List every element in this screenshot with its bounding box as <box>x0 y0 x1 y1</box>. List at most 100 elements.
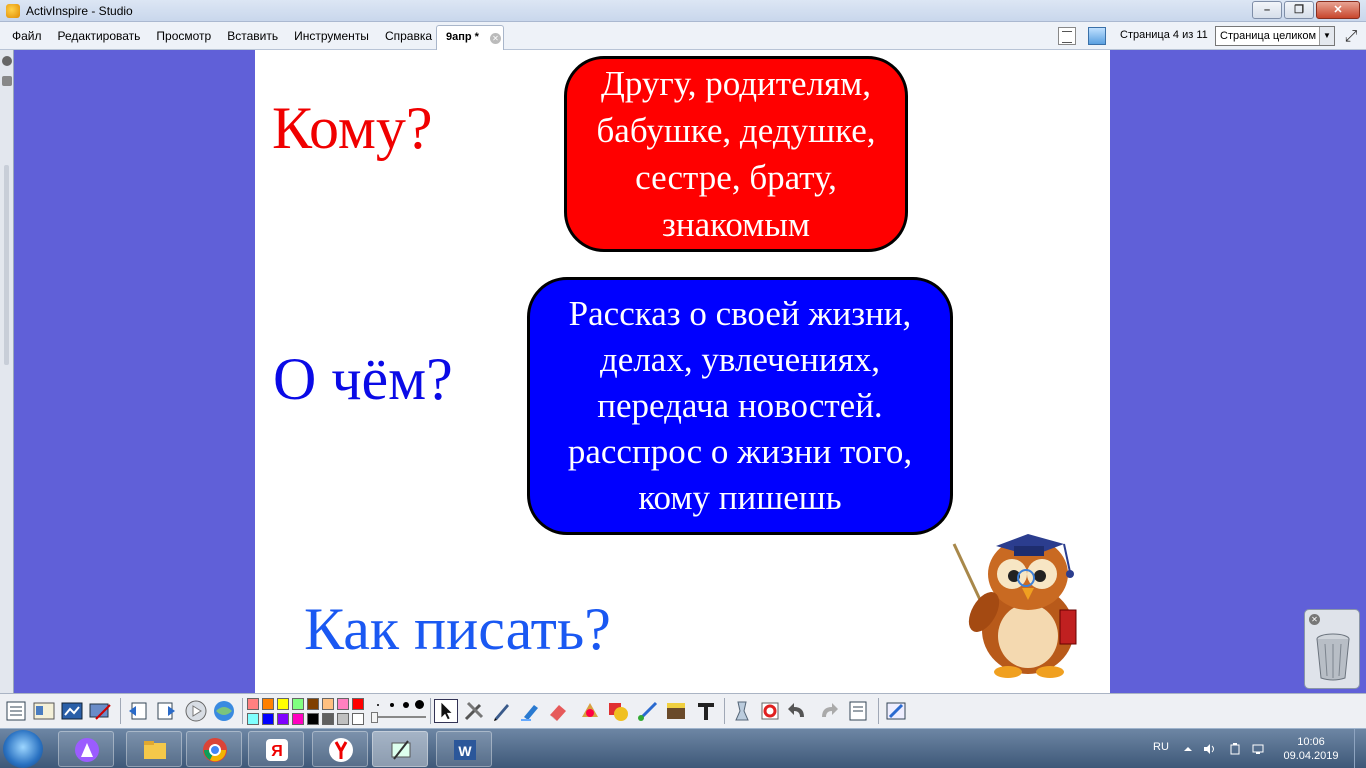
answer-box-blue: Рассказ о своей жизни, делах, увлечениях… <box>527 277 953 535</box>
start-button[interactable] <box>3 730 43 768</box>
internet-browser-icon[interactable] <box>212 699 236 723</box>
undo-icon[interactable] <box>786 699 810 723</box>
system-clock[interactable]: 10:06 09.04.2019 <box>1280 735 1342 763</box>
answer-box-blue-text: Рассказ о своей жизни, делах, увлечениях… <box>567 294 913 517</box>
zoom-select[interactable]: Страница целиком ▼ <box>1215 26 1335 46</box>
language-indicator[interactable]: RU <box>1153 741 1169 753</box>
zoom-value: Страница целиком <box>1220 30 1317 42</box>
network-icon[interactable] <box>1252 742 1266 756</box>
notes-icon[interactable] <box>846 699 870 723</box>
redo-icon[interactable] <box>816 699 840 723</box>
color-swatch[interactable] <box>352 713 364 725</box>
separator <box>242 698 243 724</box>
pen-icon[interactable] <box>490 699 514 723</box>
color-swatch[interactable] <box>352 698 364 710</box>
windows-taskbar: Я W RU 10:06 09.04.2019 <box>0 728 1366 768</box>
answer-box-red: Другу, родителям, бабушке, дедушке, сест… <box>564 56 908 252</box>
customize-toolbox-icon[interactable] <box>884 699 908 723</box>
width-slider-track[interactable] <box>372 716 426 718</box>
highlighter-icon[interactable] <box>518 699 542 723</box>
pin-icon[interactable] <box>2 56 12 66</box>
color-swatch[interactable] <box>322 713 334 725</box>
width-dot[interactable] <box>415 700 424 709</box>
close-icon: ✕ <box>1333 4 1343 16</box>
question-about-what: О чём? <box>273 346 453 412</box>
color-swatch[interactable] <box>337 698 349 710</box>
word-icon: W <box>454 740 476 760</box>
left-scrollbar[interactable] <box>4 165 9 365</box>
chevron-up-icon[interactable] <box>1181 742 1195 756</box>
shape-icon[interactable] <box>606 699 630 723</box>
main-menu-icon[interactable] <box>4 699 28 723</box>
snowflake-icon[interactable] <box>1088 27 1106 45</box>
show-desktop-button[interactable] <box>1354 729 1366 768</box>
color-swatch[interactable] <box>262 698 274 710</box>
taskbar-app-chrome[interactable] <box>186 731 242 767</box>
trash-can-widget[interactable]: ✕ <box>1304 609 1360 689</box>
document-tab[interactable]: 9апр * ✕ <box>436 25 504 50</box>
fill-icon[interactable] <box>664 699 688 723</box>
text-tool-icon[interactable] <box>694 699 718 723</box>
question-how-to-write: Как писать? <box>304 596 611 662</box>
close-icon[interactable]: ✕ <box>1309 614 1320 625</box>
menu-edit[interactable]: Редактировать <box>50 22 149 50</box>
color-swatch[interactable] <box>247 698 259 710</box>
menu-tools[interactable]: Инструменты <box>286 22 377 50</box>
width-dot[interactable] <box>403 702 409 708</box>
magic-ink-icon[interactable] <box>578 699 602 723</box>
spotlight-icon[interactable] <box>730 699 754 723</box>
taskbar-app-yandex-browser[interactable] <box>312 731 368 767</box>
minimize-button[interactable]: – <box>1252 1 1282 19</box>
next-page-icon[interactable] <box>154 699 178 723</box>
width-dot[interactable] <box>390 703 394 707</box>
flipchart-icon[interactable] <box>60 699 84 723</box>
clock-date: 09.04.2019 <box>1283 750 1339 762</box>
page-browser-icon[interactable] <box>1058 27 1076 45</box>
menu-file[interactable]: Файл <box>4 22 50 50</box>
reset-page-icon[interactable] <box>758 699 782 723</box>
eraser-icon[interactable] <box>546 699 570 723</box>
menu-insert[interactable]: Вставить <box>219 22 286 50</box>
play-icon[interactable] <box>184 699 208 723</box>
restore-icon: ❐ <box>1294 4 1304 16</box>
volume-icon[interactable] <box>1202 742 1216 756</box>
previous-page-icon[interactable] <box>126 699 150 723</box>
color-swatch[interactable] <box>247 713 259 725</box>
restore-button[interactable]: ❐ <box>1284 1 1314 19</box>
taskbar-app-alice[interactable] <box>58 731 114 767</box>
color-swatch[interactable] <box>262 713 274 725</box>
power-icon[interactable] <box>1228 742 1242 756</box>
taskbar-app-yandex[interactable]: Я <box>248 731 304 767</box>
color-swatch[interactable] <box>307 698 319 710</box>
color-swatch[interactable] <box>277 713 289 725</box>
width-dot[interactable] <box>377 704 379 706</box>
taskbar-app-activinspire[interactable] <box>372 731 428 767</box>
color-swatch[interactable] <box>307 713 319 725</box>
browsers-icon[interactable] <box>32 699 56 723</box>
chevron-down-icon: ▼ <box>1319 27 1334 45</box>
select-pointer-icon[interactable] <box>434 699 458 723</box>
owl-teacher-image <box>952 534 1077 678</box>
close-button[interactable]: ✕ <box>1316 1 1360 19</box>
trash-icon <box>1316 633 1350 681</box>
color-swatch[interactable] <box>292 713 304 725</box>
menu-view[interactable]: Просмотр <box>148 22 219 50</box>
connector-icon[interactable] <box>636 699 660 723</box>
color-swatch[interactable] <box>322 698 334 710</box>
answer-box-red-text: Другу, родителям, бабушке, дедушке, сест… <box>596 64 876 244</box>
menu-help[interactable]: Справка <box>377 22 440 50</box>
color-swatch[interactable] <box>292 698 304 710</box>
fullscreen-icon[interactable]: ⤢ <box>1341 28 1361 46</box>
close-tab-icon[interactable]: ✕ <box>490 33 501 44</box>
color-swatch[interactable] <box>277 698 289 710</box>
taskbar-app-explorer[interactable] <box>126 731 182 767</box>
tools-icon[interactable] <box>462 699 486 723</box>
desktop-annotation-icon[interactable] <box>88 699 112 723</box>
color-swatch[interactable] <box>337 713 349 725</box>
svg-text:W: W <box>458 743 472 759</box>
chrome-icon <box>203 738 227 762</box>
taskbar-app-word[interactable]: W <box>436 731 492 767</box>
width-slider-handle[interactable] <box>371 712 378 723</box>
browser-toggle-icon[interactable] <box>2 76 12 86</box>
activinspire-icon <box>391 740 411 760</box>
